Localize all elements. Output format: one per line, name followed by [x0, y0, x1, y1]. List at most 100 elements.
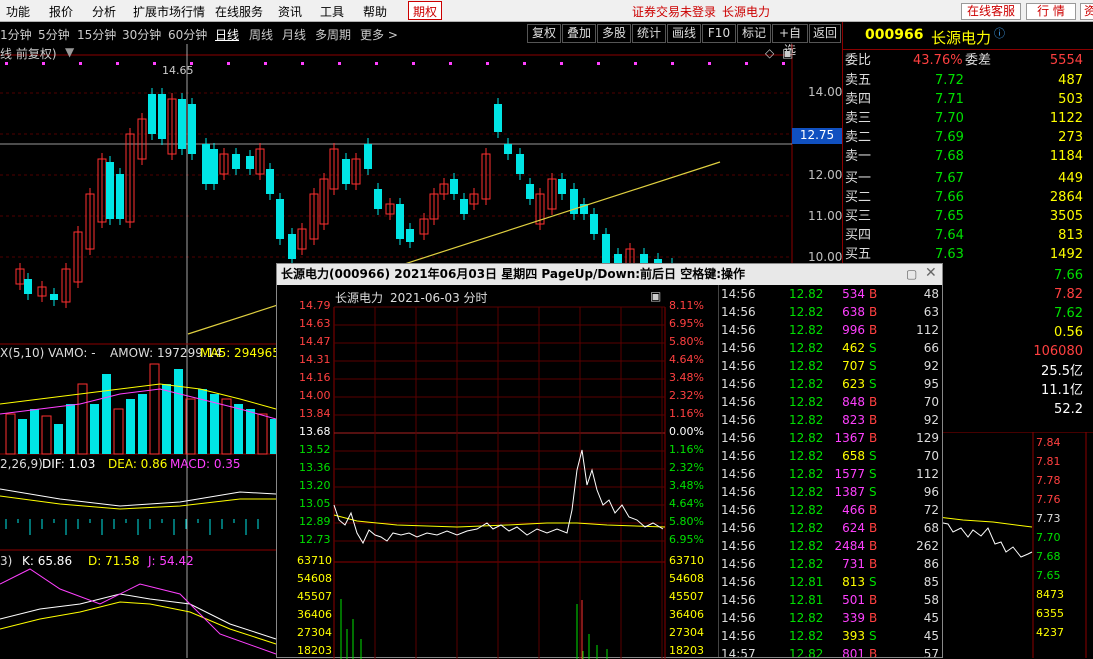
mini-axis-label: 4237: [1036, 626, 1064, 639]
volume-bar: [246, 409, 255, 454]
tick-row[interactable]: 14:56 12.82 1577 S 112: [719, 465, 941, 483]
popup-close-icon[interactable]: ✕: [925, 265, 937, 281]
stats-button[interactable]: 统计: [632, 24, 666, 43]
period-monthly[interactable]: 月线: [282, 26, 306, 43]
period-5min[interactable]: 5分钟: [38, 26, 70, 43]
tick-row[interactable]: 14:56 12.82 393 S 45: [719, 627, 941, 645]
menu-online-service[interactable]: 在线服务: [215, 3, 263, 20]
back-button[interactable]: 返回: [809, 24, 841, 43]
tick-row[interactable]: 14:56 12.82 731 B 86: [719, 555, 941, 573]
f10-button[interactable]: F10: [702, 24, 736, 43]
tick-row[interactable]: 14:56 12.82 1367 B 129: [719, 429, 941, 447]
tick-row[interactable]: 14:56 12.82 638 B 63: [719, 303, 941, 321]
menu-extended-market[interactable]: 扩展市场行情: [133, 3, 205, 20]
tick-row[interactable]: 14:56 12.81 501 B 58: [719, 591, 941, 609]
ask-row[interactable]: 卖四 7.71 503: [843, 90, 1085, 109]
tick-row[interactable]: 14:56 12.82 707 S 92: [719, 357, 941, 375]
period-daily[interactable]: 日线: [215, 26, 239, 43]
ask-label: 卖二: [845, 130, 872, 145]
add-favorite-button[interactable]: +自选: [772, 24, 808, 57]
menu-analysis[interactable]: 分析: [92, 3, 116, 20]
tick-price: 12.82: [789, 431, 824, 445]
draw-line-button[interactable]: 画线: [667, 24, 701, 43]
weibi-label: 委比: [845, 53, 872, 68]
vol-axis-left: 63710: [297, 554, 332, 567]
menu-quote[interactable]: 报价: [49, 3, 73, 20]
ask-price: 7.69: [935, 130, 964, 145]
menu-news[interactable]: 资讯: [278, 3, 302, 20]
tick-time: 14:56: [721, 485, 756, 499]
menu-function[interactable]: 功能: [6, 3, 30, 20]
tick-row[interactable]: 14:56 12.82 462 S 66: [719, 339, 941, 357]
tick-row[interactable]: 14:56 12.82 658 S 70: [719, 447, 941, 465]
tick-time: 14:56: [721, 629, 756, 643]
period-15min[interactable]: 15分钟: [77, 26, 116, 43]
stat-value: 106080: [1033, 344, 1083, 359]
quote-button[interactable]: 行 情: [1026, 3, 1076, 20]
info-icon[interactable]: ⓘ: [994, 25, 1005, 41]
tick-side: S: [869, 341, 877, 355]
ask-row[interactable]: 卖五 7.72 487: [843, 71, 1085, 90]
multi-stock-button[interactable]: 多股: [597, 24, 631, 43]
tick-row[interactable]: 14:56 12.82 466 B 72: [719, 501, 941, 519]
popup-maximize-icon[interactable]: ▢: [906, 267, 917, 281]
ask-row[interactable]: 卖一 7.68 1184: [843, 147, 1085, 166]
adjust-button[interactable]: 复权: [527, 24, 561, 43]
period-60min[interactable]: 60分钟: [168, 26, 207, 43]
bid-row[interactable]: 买四 7.64 813: [843, 226, 1085, 245]
period-30min[interactable]: 30分钟: [122, 26, 161, 43]
tick-row[interactable]: 14:56 12.82 823 B 92: [719, 411, 941, 429]
overlay-button[interactable]: 叠加: [562, 24, 596, 43]
tick-row[interactable]: 14:56 12.82 534 B 48: [719, 285, 941, 303]
tick-time: 14:56: [721, 431, 756, 445]
tick-row[interactable]: 14:56 12.82 624 B 68: [719, 519, 941, 537]
trade-login-notice: 证券交易未登录: [632, 5, 717, 19]
window-icon[interactable]: ▣: [782, 46, 793, 60]
bid-row[interactable]: 买二 7.66 2864: [843, 188, 1085, 207]
period-1min[interactable]: 1分钟: [0, 26, 32, 43]
menu-tools[interactable]: 工具: [320, 3, 344, 20]
bid-row[interactable]: 买五 7.63 1492: [843, 245, 1085, 264]
popup-title[interactable]: 长源电力(000966) 2021年06月03日 星期四 PageUp/Down…: [277, 264, 942, 285]
vol-axis-right: 63710: [669, 554, 704, 567]
period-multi[interactable]: 多周期: [315, 26, 351, 43]
tick-side: B: [869, 557, 878, 571]
menu-help[interactable]: 帮助: [363, 3, 387, 20]
tick-row[interactable]: 14:56 12.82 2484 B 262: [719, 537, 941, 555]
tick-row[interactable]: 14:56 12.81 813 S 85: [719, 573, 941, 591]
tick-row[interactable]: 14:56 12.82 623 S 95: [719, 375, 941, 393]
mini-axis-label: 7.81: [1036, 455, 1061, 468]
tick-row[interactable]: 14:56 12.82 848 B 70: [719, 393, 941, 411]
bid-row[interactable]: 买三 7.65 3505: [843, 207, 1085, 226]
tick-count: 92: [923, 359, 939, 373]
candle-down: [288, 234, 296, 259]
tick-list[interactable]: 14:56 12.82 534 B 48 14:56 12.82 638 B 63 14:56 12.…: [718, 285, 942, 657]
info-button[interactable]: 资: [1080, 3, 1093, 20]
tick-row[interactable]: 14:56 12.82 1387 S 96: [719, 483, 941, 501]
tick-row[interactable]: 14:56 12.82 996 B 112: [719, 321, 941, 339]
candle-down: [590, 214, 598, 234]
chart-dropdown-icon[interactable]: ▼: [65, 45, 74, 59]
bid-row[interactable]: 买一 7.67 449: [843, 169, 1085, 188]
ask-price: 7.72: [935, 73, 964, 88]
tick-volume: 623: [842, 377, 865, 391]
intraday-popup[interactable]: 长源电力(000966) 2021年06月03日 星期四 PageUp/Down…: [276, 263, 943, 659]
ask-row[interactable]: 卖三 7.70 1122: [843, 109, 1085, 128]
mark-button[interactable]: 标记: [737, 24, 771, 43]
diamond-icon[interactable]: ◇: [765, 46, 774, 60]
stock-code: 000966: [865, 27, 924, 43]
online-support-button[interactable]: 在线客服: [961, 3, 1021, 20]
tick-side: S: [869, 485, 877, 499]
options-tab[interactable]: 期权: [408, 1, 443, 20]
tick-row[interactable]: 14:56 12.82 339 B 45: [719, 609, 941, 627]
tick-side: B: [869, 593, 878, 607]
ask-row[interactable]: 卖二 7.69 273: [843, 128, 1085, 147]
tick-count: 92: [923, 413, 939, 427]
tick-row[interactable]: 14:57 12.82 801 B 57: [719, 645, 941, 657]
tick-side: S: [869, 359, 877, 373]
signal-dot: [708, 62, 711, 65]
period-more[interactable]: 更多 >: [360, 26, 398, 43]
period-weekly[interactable]: 周线: [249, 26, 273, 43]
tick-count: 85: [923, 575, 939, 589]
stock-name: 长源电力: [931, 29, 992, 47]
